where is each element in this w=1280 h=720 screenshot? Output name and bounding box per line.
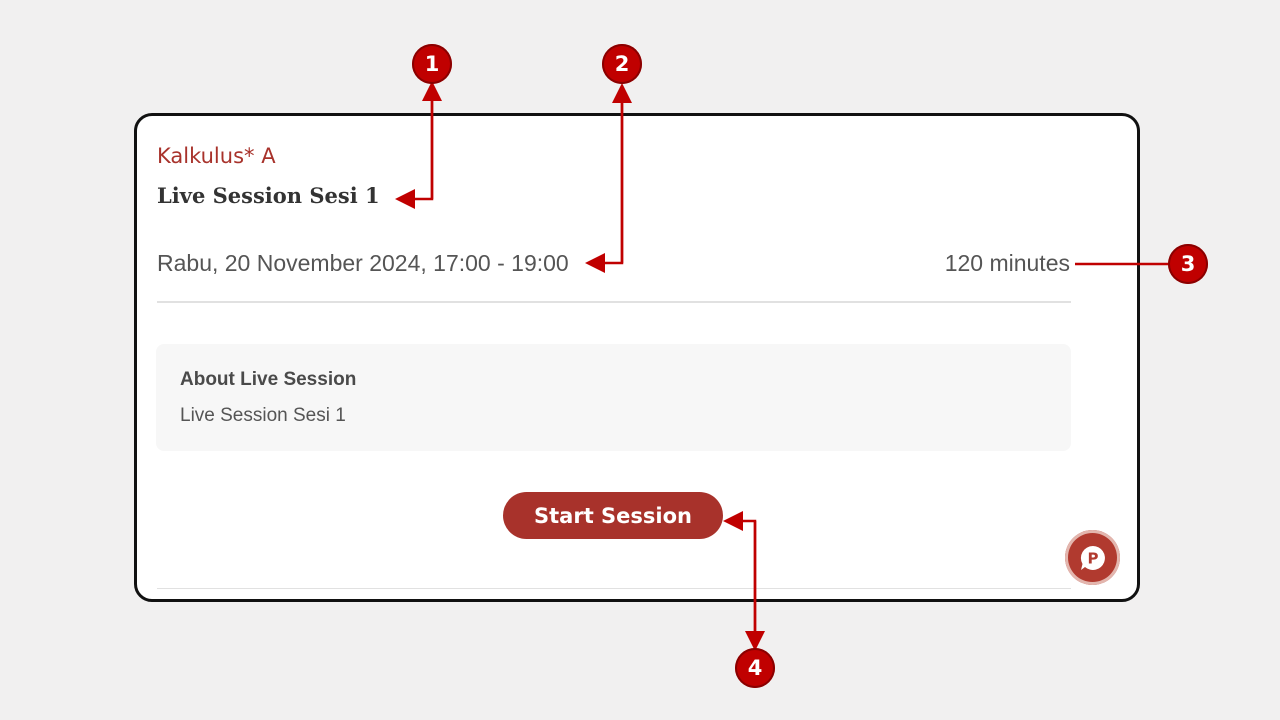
arrow-2 [585,86,624,273]
annotation-marker-4: 4 [735,648,775,688]
annotation-marker-1: 1 [412,44,452,84]
arrow-4 [723,511,757,648]
annotation-arrows [395,81,1168,651]
arrow-1 [395,84,434,209]
annotation-marker-3: 3 [1168,244,1208,284]
annotation-marker-2: 2 [602,44,642,84]
